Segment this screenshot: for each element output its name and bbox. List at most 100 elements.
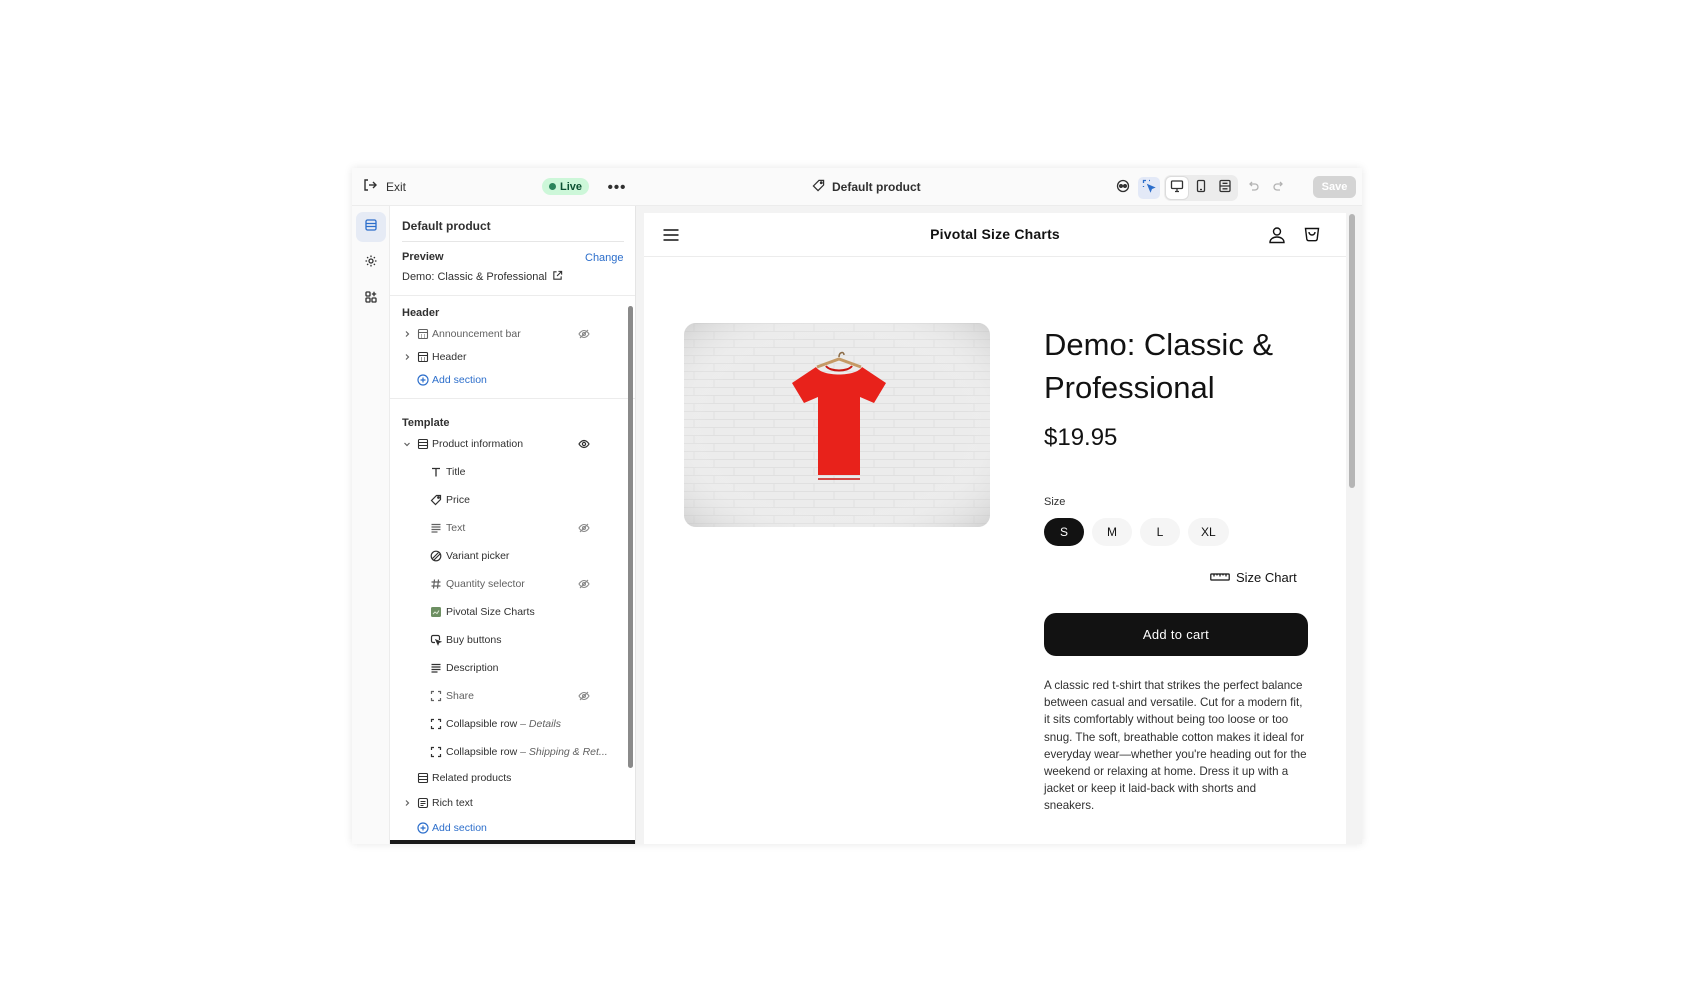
divider (390, 398, 635, 399)
frame-icon (429, 746, 442, 759)
section-label: Product information (432, 438, 524, 450)
apps-nav-button[interactable] (356, 284, 386, 314)
frame-icon (429, 718, 442, 731)
block-variant-picker[interactable]: Variant picker (390, 545, 618, 567)
chevron-right-icon[interactable] (402, 329, 412, 339)
section-icon (416, 351, 429, 364)
block-description[interactable]: Description (390, 657, 618, 679)
size-chart-link[interactable]: Size Chart (1210, 570, 1297, 585)
sidebar-title: Default product (402, 219, 491, 233)
eye-off-icon[interactable] (577, 522, 590, 535)
section-header[interactable]: Header (390, 346, 618, 368)
store-header: Pivotal Size Charts (644, 213, 1346, 257)
redo-button[interactable] (1268, 177, 1290, 199)
size-option-s[interactable]: S (1044, 518, 1084, 546)
app-icon (429, 606, 442, 619)
section-product-information[interactable]: Product information (390, 433, 618, 455)
block-label: Text (446, 522, 466, 534)
add-to-cart-button[interactable]: Add to cart (1044, 613, 1308, 656)
add-section-header-button[interactable]: Add section (390, 369, 618, 391)
editor-topbar: Exit Live ••• Default product Save (352, 168, 1362, 206)
block-text[interactable]: Text (390, 517, 618, 539)
undo-icon (1246, 179, 1260, 198)
more-icon: ••• (607, 178, 627, 196)
section-label: Announcement bar (432, 328, 521, 340)
red-tshirt-image (684, 323, 990, 527)
paragraph-icon (429, 522, 442, 535)
hash-icon (429, 578, 442, 591)
sidebar-scroll-thumb[interactable] (628, 306, 633, 768)
mobile-view-button[interactable] (1190, 177, 1212, 199)
section-related-products[interactable]: Related products (390, 767, 618, 789)
product-image[interactable] (684, 323, 990, 527)
block-label: Quantity selector (446, 578, 525, 590)
exit-button[interactable]: Exit (362, 177, 406, 196)
more-actions-button[interactable]: ••• (606, 177, 628, 197)
chevron-right-icon[interactable] (402, 798, 412, 808)
theme-settings-nav-button[interactable] (356, 248, 386, 278)
section-rich-text[interactable]: Rich text (390, 792, 618, 814)
block-buy-buttons[interactable]: Buy buttons (390, 629, 618, 651)
fullscreen-view-button[interactable] (1214, 177, 1236, 199)
section-label: Header (432, 351, 467, 363)
block-collapsible-row-details[interactable]: Collapsible row – Details (390, 713, 618, 735)
external-link-icon (552, 270, 563, 284)
template-title: Default product (832, 180, 921, 194)
size-option-xl[interactable]: XL (1188, 518, 1229, 546)
inspector-button[interactable] (1138, 177, 1160, 199)
ruler-icon (1210, 570, 1230, 585)
preview-product-name: Demo: Classic & Professional (402, 271, 547, 283)
chevron-right-icon[interactable] (402, 352, 412, 362)
desktop-icon (1170, 179, 1184, 198)
cart-icon[interactable] (1302, 225, 1322, 245)
template-group-label: Template (402, 417, 450, 429)
layout-icon (1218, 179, 1232, 198)
add-section-template-button[interactable]: Add section (390, 817, 618, 839)
block-title[interactable]: Title (390, 461, 618, 483)
undo-button[interactable] (1242, 177, 1264, 199)
block-collapsible-row-shipping[interactable]: Collapsible row – Shipping & Ret... (390, 741, 618, 763)
variant-icon (429, 550, 442, 563)
plus-circle-icon (416, 822, 429, 835)
live-label: Live (560, 180, 583, 193)
add-section-label: Add section (432, 374, 487, 386)
change-preview-link[interactable]: Change (585, 252, 624, 264)
eye-off-icon[interactable] (577, 690, 590, 703)
sections-icon (364, 218, 378, 237)
viewport-switcher (1164, 175, 1238, 201)
block-pivotal-size-charts[interactable]: Pivotal Size Charts (390, 601, 618, 623)
preview-product-link[interactable]: Demo: Classic & Professional (402, 270, 563, 284)
eye-icon[interactable] (577, 438, 590, 451)
eye-off-icon[interactable] (577, 328, 590, 341)
save-button[interactable]: Save (1313, 176, 1356, 198)
block-quantity-selector[interactable]: Quantity selector (390, 573, 618, 595)
size-options: S M L XL (1044, 518, 1229, 546)
template-selector[interactable]: Default product (812, 179, 921, 195)
section-announcement-bar[interactable]: Announcement bar (390, 323, 618, 345)
store-name[interactable]: Pivotal Size Charts (644, 226, 1346, 242)
block-price[interactable]: Price (390, 489, 618, 511)
live-dot-icon (549, 183, 556, 190)
chevron-down-icon[interactable] (402, 439, 412, 449)
block-label: Variant picker (446, 550, 510, 562)
preview-scrollbar[interactable] (1349, 214, 1355, 488)
apps-icon (364, 290, 378, 309)
size-option-m[interactable]: M (1092, 518, 1132, 546)
block-label: Share (446, 690, 475, 702)
frame-icon (429, 690, 442, 703)
storefront-preview: Pivotal Size Charts Demo: Classic & Prof… (644, 213, 1346, 844)
block-label: Collapsible row – Details (446, 718, 561, 730)
cursor-click-icon (429, 634, 442, 647)
eye-off-icon[interactable] (577, 578, 590, 591)
block-label: Title (446, 466, 466, 478)
size-option-l[interactable]: L (1140, 518, 1180, 546)
ai-assistant-button[interactable] (1112, 177, 1134, 199)
sidebar-scrollbar[interactable] (628, 306, 633, 768)
desktop-view-button[interactable] (1166, 177, 1188, 199)
divider (402, 241, 624, 242)
sections-nav-button[interactable] (356, 212, 386, 242)
block-share[interactable]: Share (390, 685, 618, 707)
exit-icon (362, 177, 378, 196)
account-icon[interactable] (1267, 225, 1287, 245)
price-tag-icon (429, 494, 442, 507)
